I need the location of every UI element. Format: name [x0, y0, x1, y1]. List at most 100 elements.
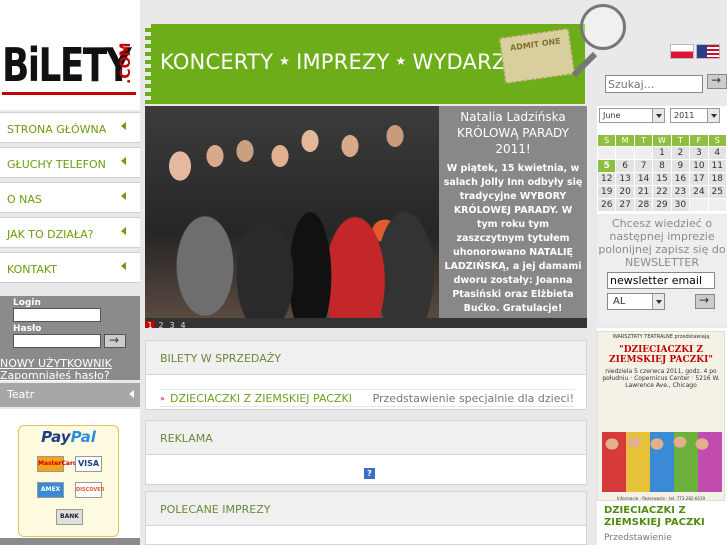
chevron-down-icon: [652, 294, 664, 309]
month-select[interactable]: June: [599, 108, 665, 123]
nav-item-about[interactable]: O NAS: [0, 182, 140, 213]
calendar-day[interactable]: 29: [653, 199, 671, 211]
calendar-day[interactable]: 3: [690, 147, 708, 159]
category-label: Teatr: [7, 388, 35, 401]
calendar-day[interactable]: 25: [708, 186, 726, 198]
amex-icon: AMEX: [37, 482, 64, 498]
event-poster[interactable]: WARSZTATY TEATRALNE przedstawiają "DZIEC…: [597, 331, 725, 501]
arrow-left-icon: [121, 122, 126, 130]
search-button[interactable]: [707, 73, 727, 89]
login-submit-button[interactable]: [104, 333, 126, 348]
login-input[interactable]: [13, 308, 101, 322]
newsletter-text: Chcesz wiedzieć o następnej imprezie pol…: [598, 217, 726, 269]
arrow-left-icon: [121, 192, 126, 200]
weekday-header: F: [690, 135, 708, 146]
pager-item[interactable]: 1: [145, 321, 155, 328]
weekday-header: T: [671, 135, 690, 146]
password-input[interactable]: [13, 334, 101, 348]
flag-pl-icon[interactable]: [670, 44, 694, 59]
featured-slideshow[interactable]: Natalia Ladzińska KRÓLOWĄ PARADY 2011! W…: [145, 106, 587, 328]
calendar-day[interactable]: 7: [634, 160, 653, 172]
calendar-empty-cell: [616, 147, 634, 159]
tickets-on-sale-panel: BILETY W SPRZEDAŻY » DZIECIACZKI Z ZIEMS…: [145, 340, 587, 410]
category-teatr[interactable]: Teatr: [0, 383, 140, 407]
banner-slogan: KONCERTY ★ IMPREZY ★ WYDARZENIA: [160, 50, 557, 74]
weekday-header: T: [634, 135, 653, 146]
nav-item-home[interactable]: STRONA GŁÓWNA: [0, 112, 140, 143]
calendar-empty-cell: [634, 147, 653, 159]
calendar-day[interactable]: 24: [690, 186, 708, 198]
pager-item[interactable]: 4: [178, 321, 188, 328]
featured-photo[interactable]: [145, 106, 439, 318]
calendar-day[interactable]: 1: [653, 147, 671, 159]
arrow-left-icon: [121, 227, 126, 235]
newsletter-email-input[interactable]: [607, 272, 715, 289]
calendar-day[interactable]: 8: [653, 160, 671, 172]
nav-item-gluchy-telefon[interactable]: GŁUCHY TELEFON: [0, 147, 140, 178]
forgot-password-link[interactable]: Zapomniałeś hasło?: [0, 370, 112, 382]
calendar-day[interactable]: 22: [653, 186, 671, 198]
calendar-empty-cell: [708, 199, 726, 211]
main-nav: STRONA GŁÓWNA GŁUCHY TELEFON O NAS JAK T…: [0, 112, 140, 287]
password-label: Hasło: [13, 324, 42, 334]
calendar-day[interactable]: 2: [671, 147, 690, 159]
calendar-day[interactable]: 30: [671, 199, 690, 211]
pager-item[interactable]: 3: [167, 321, 177, 328]
list-item[interactable]: » DZIECIACZKI Z ZIEMSKIEJ PACZKI Przedst…: [160, 389, 574, 407]
calendar: June 2011 SMTWTFS 1 2 3 4 5 6 7 8 9 10 11 12 13 14 15 1…: [597, 106, 727, 214]
site-logo[interactable]: BiLETY .COM: [0, 0, 140, 110]
nav-item-label: KONTAKT: [7, 263, 57, 276]
nav-item-how-it-works[interactable]: JAK TO DZIAŁA?: [0, 217, 140, 248]
visa-icon: VISA: [75, 456, 102, 472]
calendar-day[interactable]: 27: [616, 199, 634, 211]
event-description: Przedstawienie: [604, 533, 672, 543]
calendar-day[interactable]: 21: [634, 186, 653, 198]
calendar-day[interactable]: 14: [634, 173, 653, 185]
arrow-left-icon: [121, 262, 126, 270]
login-box: Login Hasło NOWY UŻYTKOWNIK Zapomniałeś …: [0, 296, 140, 382]
calendar-empty-cell: [690, 199, 708, 211]
slideshow-pager: 1234: [145, 318, 587, 328]
calendar-day[interactable]: 13: [616, 173, 634, 185]
panel-title: REKLAMA: [146, 421, 586, 455]
calendar-day[interactable]: 6: [616, 160, 634, 172]
calendar-day[interactable]: 26: [598, 199, 616, 211]
featured-caption: Natalia Ladzińska KRÓLOWĄ PARADY 2011! W…: [439, 106, 587, 318]
flag-us-icon[interactable]: [696, 44, 720, 59]
weekday-header: M: [616, 135, 634, 146]
calendar-day[interactable]: 16: [671, 173, 690, 185]
newsletter-submit-button[interactable]: [695, 293, 715, 309]
calendar-day[interactable]: 20: [616, 186, 634, 198]
calendar-day[interactable]: 5: [598, 160, 616, 172]
sidebar-footer-bar: [0, 538, 140, 545]
logo-suffix: .COM: [118, 42, 134, 84]
mastercard-icon: MasterCard: [37, 456, 77, 472]
nav-item-contact[interactable]: KONTAKT: [0, 252, 140, 283]
search-input[interactable]: [605, 75, 703, 93]
calendar-day[interactable]: 17: [690, 173, 708, 185]
weekday-header: W: [653, 135, 671, 146]
calendar-day[interactable]: 11: [708, 160, 726, 172]
poster-photo: [602, 432, 722, 492]
arrow-left-icon: [121, 157, 126, 165]
calendar-day[interactable]: 9: [671, 160, 690, 172]
calendar-day[interactable]: 15: [653, 173, 671, 185]
login-label: Login: [13, 298, 41, 308]
calendar-day[interactable]: 12: [598, 173, 616, 185]
panel-title: POLECANE IMPREZY: [146, 492, 586, 526]
pager-item[interactable]: 2: [156, 321, 166, 328]
event-name-link[interactable]: DZIECIACZKI Z ZIEMSKIEJ PACZKI: [170, 392, 352, 405]
calendar-day[interactable]: 10: [690, 160, 708, 172]
paypal-logo: PayPal: [41, 428, 96, 446]
calendar-day[interactable]: 28: [634, 199, 653, 211]
calendar-day[interactable]: 23: [671, 186, 690, 198]
calendar-day[interactable]: 19: [598, 186, 616, 198]
state-select[interactable]: AL: [607, 293, 665, 310]
arrow-left-icon: [129, 390, 134, 398]
calendar-day[interactable]: 18: [708, 173, 726, 185]
recommended-events-panel: POLECANE IMPREZY: [145, 491, 587, 545]
paypal-badge[interactable]: PayPal MasterCard VISA AMEX DISCOVER BAN…: [18, 425, 119, 537]
calendar-day[interactable]: 4: [708, 147, 726, 159]
year-select[interactable]: 2011: [670, 108, 720, 123]
event-title-link[interactable]: DZIECIACZKI Z ZIEMSKIEJ PACZKI: [604, 505, 724, 529]
